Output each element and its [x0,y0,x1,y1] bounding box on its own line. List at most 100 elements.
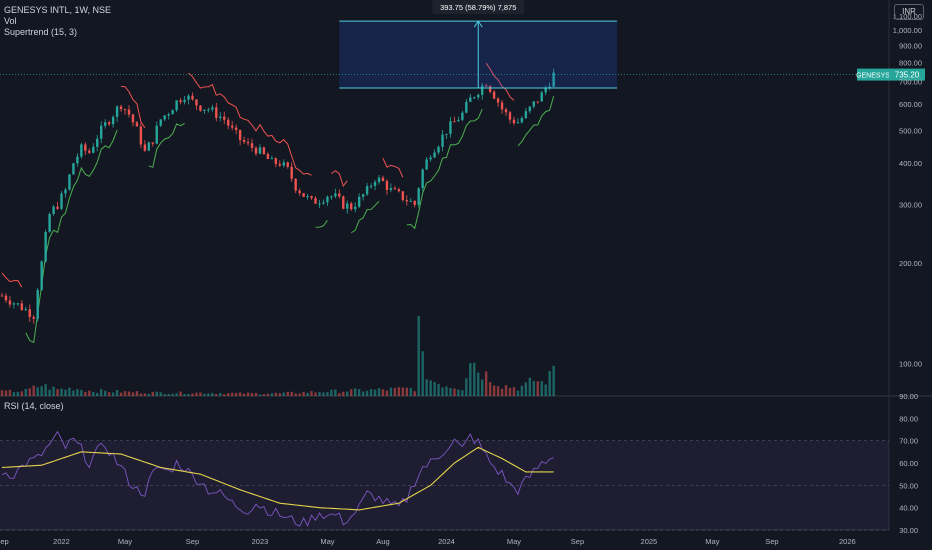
chart-canvas[interactable]: 393.75 (58.79%) 7,875 GENESYS 735.20100.0… [0,0,932,550]
time-tick: May [320,537,334,546]
volume-bar [540,381,543,396]
candle-body [290,166,293,179]
candle-body [230,125,234,128]
rsi-legend[interactable]: RSI (14, close) [4,401,64,412]
volume-bar [512,387,516,396]
candle-body [385,181,389,191]
candle-body [119,106,123,110]
volume-bar [318,392,321,396]
candle-body [246,141,250,144]
supertrend-legend[interactable]: Supertrend (15, 3) [4,27,77,38]
volume-bar [36,387,39,396]
volume-bar [258,394,262,396]
currency-button[interactable]: INR [894,4,924,20]
candle-body [262,147,266,154]
volume-bar [369,388,373,396]
candle-body [532,101,535,107]
candle-body [131,114,135,123]
volume-bar [163,394,166,396]
candle-body [326,196,329,203]
candle-body [266,153,270,159]
candle-body [381,177,385,182]
volume-bar [350,389,353,396]
volume-bar [183,394,186,396]
volume-bar [417,316,420,396]
volume-bar [405,387,408,396]
candle-body [40,261,43,290]
time-tick: Sep [765,537,778,546]
candle-body [199,105,202,111]
volume-bar [282,392,285,396]
volume-bar [147,393,151,396]
volume-bar [516,390,520,396]
volume-bar [413,391,416,396]
volume-bar [385,390,389,396]
volume-bar [32,385,35,396]
candle-body [111,116,115,125]
candle-body [80,144,83,157]
price-tick: 900.00 [899,41,922,50]
volume-bar [496,386,500,396]
volume-bar [24,388,27,396]
candle-body [302,193,305,197]
vol-legend[interactable]: Vol [4,16,17,27]
candle-body [64,189,67,194]
candle-body [123,109,127,111]
candle-body [151,142,154,144]
volume-bar [159,392,162,396]
candle-body [465,101,468,113]
volume-bar [354,388,357,396]
candle-body [473,97,476,99]
volume-bar [548,371,551,396]
candle-body [250,143,254,148]
candle-body [369,185,373,187]
candle-body [492,91,496,99]
volume-bar [230,392,234,396]
candle-body [401,191,405,201]
candle-body [211,107,214,110]
volume-bar [500,388,504,396]
candle-body [147,142,151,151]
price-tick: 100.00 [899,360,922,369]
candle-body [8,300,12,305]
candle-body [159,119,162,126]
volume-bar [80,389,83,396]
time-tick: May [507,537,521,546]
candle-body [187,95,190,100]
volume-bar [326,392,329,396]
volume-bar [20,391,24,396]
rsi-tick: 80.00 [899,414,918,423]
volume-bar [139,393,143,396]
candle-body [338,193,341,197]
volume-bar [64,389,67,396]
price-tick: 1,000.00 [893,26,922,35]
volume-bar [401,387,405,396]
candle-body [512,119,516,124]
volume-bar [238,392,242,396]
volume-bar [449,387,452,396]
candle-body [52,206,55,214]
volume-bar [433,381,436,396]
candle-body [238,129,242,141]
candle-body [350,203,353,210]
volume-bar [52,386,55,396]
candle-body [536,101,539,103]
volume-bar [274,392,278,396]
candle-body [520,117,524,123]
candle-body [127,109,131,115]
candle-body [254,147,258,154]
volume-bar [111,392,115,396]
volume-bar [524,382,528,396]
volume-bar [469,363,472,396]
volume-bar [262,394,266,396]
volume-bar [322,392,325,396]
candle-body [60,193,63,209]
volume-bar [437,383,440,396]
volume-bar [115,389,119,396]
volume-bar [88,390,91,396]
candle-body [191,95,194,100]
candle-body [203,109,206,111]
volume-bar [56,389,59,396]
candle-body [28,309,31,317]
volume-bar [294,393,297,396]
